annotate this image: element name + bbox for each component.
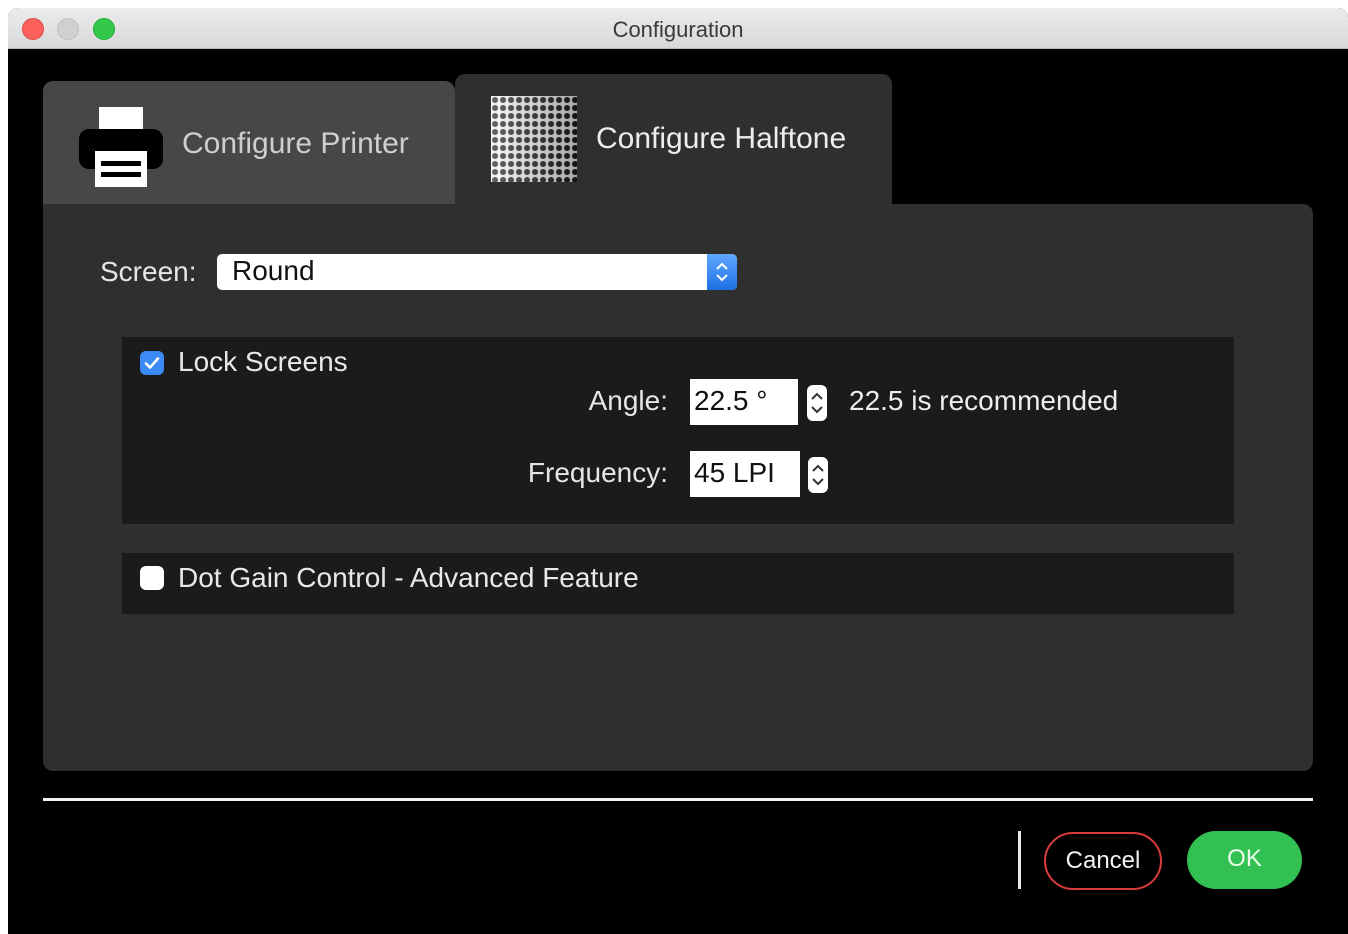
tab-configure-printer[interactable]: Configure Printer <box>43 81 455 205</box>
button-separator <box>1018 831 1021 889</box>
configuration-window: Configuration Configure Printer Configur… <box>8 8 1348 934</box>
dot-gain-checkbox[interactable] <box>140 566 164 590</box>
angle-stepper[interactable] <box>807 385 827 421</box>
frequency-stepper[interactable] <box>808 457 828 493</box>
stepper-arrows-icon <box>811 392 823 414</box>
window-title: Configuration <box>612 17 744 42</box>
lock-screens-label: Lock Screens <box>178 346 348 377</box>
angle-hint: 22.5 is recommended <box>849 385 1119 416</box>
dot-gain-label: Dot Gain Control - Advanced Feature <box>178 562 639 593</box>
tab-label: Configure Printer <box>182 127 409 160</box>
lock-screens-checkbox[interactable] <box>140 351 164 375</box>
angle-field[interactable]: 22.5 ° <box>690 379 798 425</box>
lock-screens-group: Lock Screens Angle: 22.5 ° 22.5 is recom… <box>122 337 1234 524</box>
screen-select[interactable]: Round <box>217 254 737 290</box>
footer-divider <box>43 798 1313 801</box>
frequency-value: 45 LPI <box>694 457 775 488</box>
stepper-arrows-icon <box>812 464 824 486</box>
ok-button[interactable]: OK <box>1187 831 1302 889</box>
tab-label: Configure Halftone <box>596 122 847 155</box>
screen-select-value: Round <box>232 255 315 286</box>
title-bar: Configuration <box>8 8 1348 49</box>
halftone-icon <box>491 96 577 182</box>
tab-configure-halftone[interactable]: Configure Halftone <box>455 74 892 205</box>
halftone-settings-panel: Screen: Round Lock Screens Angle: 22.5 ° <box>43 204 1313 771</box>
checkmark-icon <box>144 357 160 369</box>
printer-icon <box>79 107 163 187</box>
cancel-button[interactable]: Cancel <box>1044 832 1162 890</box>
frequency-field[interactable]: 45 LPI <box>690 451 800 497</box>
dot-gain-group: Dot Gain Control - Advanced Feature <box>122 553 1234 614</box>
angle-label: Angle: <box>588 385 668 416</box>
screen-label: Screen: <box>100 256 197 287</box>
frequency-label: Frequency: <box>527 457 668 488</box>
select-arrows-icon <box>707 254 737 290</box>
angle-value: 22.5 ° <box>694 385 768 416</box>
